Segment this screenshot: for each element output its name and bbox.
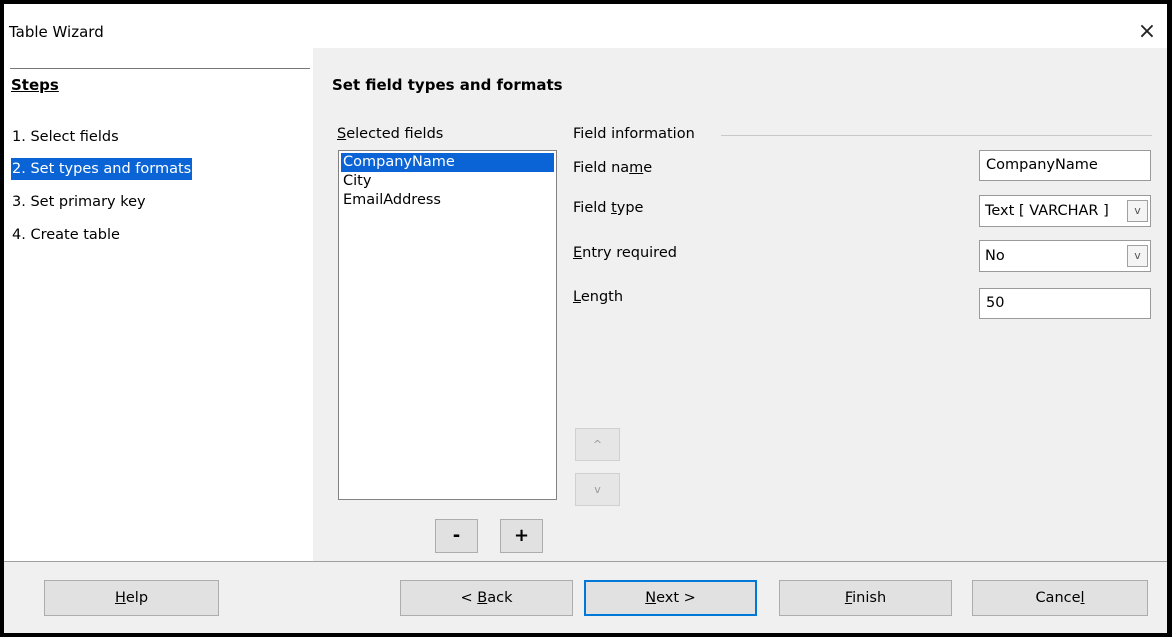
length-input[interactable]: 50: [979, 288, 1151, 319]
step-set-types-and-formats[interactable]: 2. Set types and formats: [11, 158, 193, 180]
field-information-divider: [721, 135, 1152, 136]
list-item[interactable]: CompanyName: [341, 153, 554, 172]
chevron-down-icon[interactable]: v: [1127, 245, 1148, 267]
next-button[interactable]: Next >: [584, 580, 757, 616]
cancel-button[interactable]: Cancel: [972, 580, 1148, 616]
field-type-value: Text [ VARCHAR ]: [985, 203, 1109, 219]
chevron-down-icon[interactable]: v: [1127, 200, 1148, 222]
selected-fields-label: Selected fields: [337, 126, 444, 142]
remove-field-button[interactable]: -: [435, 519, 478, 553]
move-up-button[interactable]: ^: [575, 428, 620, 461]
back-button[interactable]: < Back: [400, 580, 573, 616]
add-field-button[interactable]: +: [500, 519, 543, 553]
length-label: Length: [573, 289, 624, 305]
finish-button[interactable]: Finish: [779, 580, 952, 616]
field-type-label: Field type: [573, 200, 644, 216]
field-information-heading: Field information: [573, 126, 695, 142]
footer-divider: [4, 561, 1167, 562]
steps-heading: Steps: [11, 76, 59, 94]
step-select-fields[interactable]: 1. Select fields: [11, 126, 120, 148]
close-icon[interactable]: ×: [1133, 18, 1161, 46]
table-wizard-window: Table Wizard × Steps 1. Select fields 2.…: [4, 4, 1167, 633]
step-set-primary-key[interactable]: 3. Set primary key: [11, 191, 147, 213]
selected-fields-list[interactable]: CompanyName City EmailAddress: [338, 150, 557, 500]
entry-required-label: Entry required: [573, 245, 677, 261]
field-name-input[interactable]: CompanyName: [979, 150, 1151, 181]
chevron-down-icon: v: [594, 483, 601, 496]
page-title: Set field types and formats: [332, 76, 563, 94]
step-create-table[interactable]: 4. Create table: [11, 224, 121, 246]
title-bar: Table Wizard ×: [4, 4, 1167, 48]
entry-required-value: No: [985, 248, 1005, 264]
steps-panel: Steps 1. Select fields 2. Set types and …: [4, 48, 313, 561]
help-button[interactable]: Help: [44, 580, 219, 616]
content-panel: Set field types and formats Selected fie…: [316, 48, 1167, 561]
list-item[interactable]: EmailAddress: [339, 191, 556, 210]
steps-divider: [10, 68, 310, 69]
list-item[interactable]: City: [339, 172, 556, 191]
chevron-up-icon: ^: [592, 438, 603, 451]
move-down-button[interactable]: v: [575, 473, 620, 506]
entry-required-select[interactable]: No v: [979, 240, 1151, 272]
window-title: Table Wizard: [9, 23, 104, 41]
field-type-select[interactable]: Text [ VARCHAR ] v: [979, 195, 1151, 227]
field-name-label: Field name: [573, 160, 653, 176]
